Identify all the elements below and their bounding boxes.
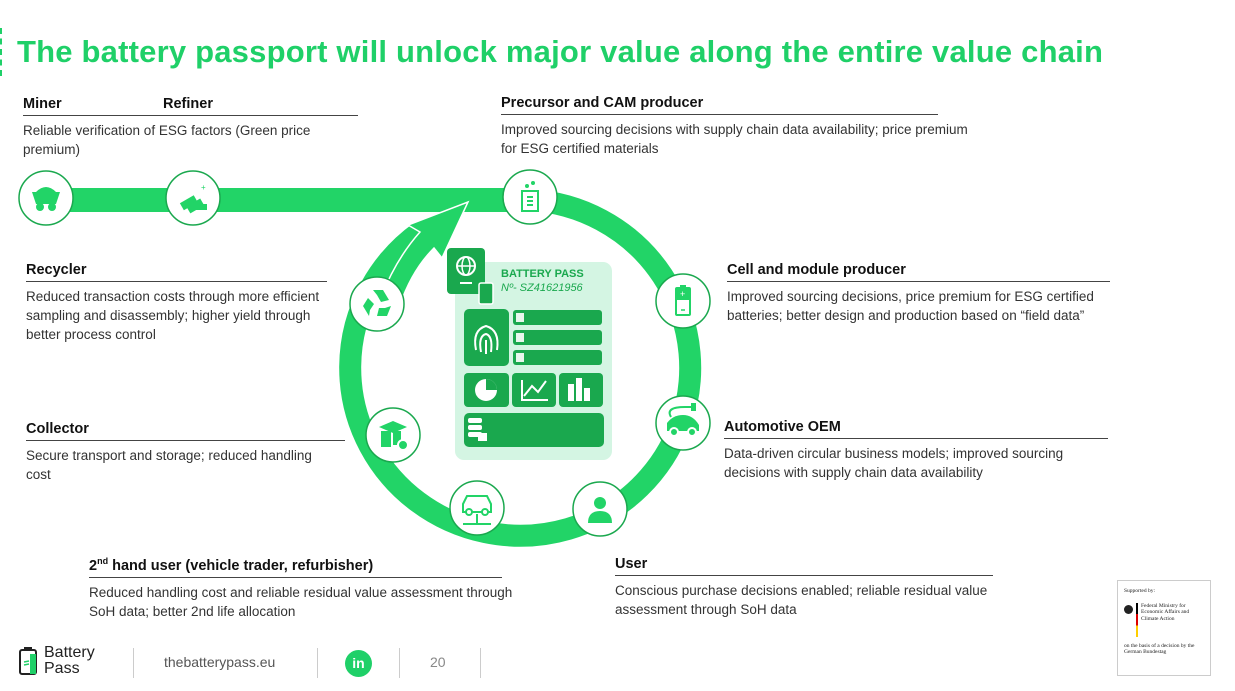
cell-label: Cell and module producer [727,262,1110,282]
secondhand-stage-node [449,480,505,536]
cell-node-circle [655,273,711,329]
footer-divider [133,648,134,678]
svg-text:+: + [680,289,685,299]
website-link[interactable]: thebatterypass.eu [164,654,275,670]
recycler-label: Recycler [26,262,327,282]
bundestag-basis: on the basis of a decision by the German… [1124,642,1195,656]
info-row-id [513,330,602,345]
miner-stage-node [18,170,74,226]
battery-pass-logo[interactable]: Battery Pass [18,645,95,677]
user-block: User Conscious purchase decisions enable… [615,556,993,619]
line-chart-tile [512,373,556,407]
oem-block: Automotive OEM Data-driven circular busi… [724,419,1108,482]
recycler-node-circle [349,276,405,332]
german-flag-bar [1136,602,1138,637]
fingerprint-tile [464,309,509,366]
refiner-description: Reliable verification of ESG factors (Gr… [23,123,311,157]
battery-passport-card: BATTERY PASS Nº- SZ41621956 [447,248,612,460]
precursor-stage-node [502,169,558,225]
secondhand-label: 2nd hand user (vehicle trader, refurbish… [89,556,502,578]
cell-description: Improved sourcing decisions, price premi… [727,289,1094,323]
secondhand-node-circle [449,480,505,536]
collector-label: Collector [26,421,345,441]
recycler-block: Recycler Reduced transaction costs throu… [26,262,327,344]
support-badge: Supported by: Federal Ministry for Econo… [1117,580,1211,676]
miner-refiner-block: Miner Refiner Reliable verification of ES… [23,96,358,159]
user-description: Conscious purchase decisions enabled; re… [615,583,988,617]
footer-divider [399,648,400,678]
federal-eagle-icon [1124,604,1133,614]
supported-by-label: Supported by: [1124,588,1156,594]
user-stage-node [572,481,628,537]
refiner-label: Refiner [163,96,213,112]
passport-number: Nº- SZ41621956 [501,282,584,294]
oem-description: Data-driven circular business models; im… [724,446,1064,480]
precursor-label: Precursor and CAM producer [501,95,938,115]
footer: Battery Pass thebatterypass.eu in 20 [0,640,520,680]
battery-logo-icon [19,647,37,675]
oem-stage-node [655,395,711,451]
passport-title: BATTERY PASS [501,268,584,280]
logo-line2: Pass [44,660,80,677]
secondhand-description: Reduced handling cost and reliable resid… [89,584,513,619]
oem-label: Automotive OEM [724,419,1108,439]
precursor-description: Improved sourcing decisions with supply … [501,122,968,156]
ministry-name: Federal Ministry for Economic Affairs an… [1141,602,1190,622]
cell-block: Cell and module producer Improved sourci… [727,262,1110,325]
collector-stage-node [365,407,421,463]
page-number: 20 [430,654,446,670]
secondhand-block: 2nd hand user (vehicle trader, refurbish… [89,556,512,621]
miner-label: Miner [23,96,62,112]
info-row-document [513,350,602,365]
info-row-globe [513,310,602,325]
footer-divider [317,648,318,678]
refiner-stage-node: + [165,170,221,226]
precursor-block: Precursor and CAM producer Improved sour… [501,95,968,158]
cell-stage-node: + [655,273,711,329]
recycler-stage-node [349,276,405,332]
logo-line1: Battery [44,644,95,661]
database-lock-tile [464,413,604,447]
collector-block: Collector Secure transport and storage; … [26,421,345,484]
passport-battery-icon [478,282,494,305]
collector-description: Secure transport and storage; reduced ha… [26,448,312,482]
user-label: User [615,556,993,576]
linkedin-icon[interactable]: in [345,650,372,677]
recycler-description: Reduced transaction costs through more e… [26,289,320,342]
svg-text:+: + [201,183,206,192]
footer-divider [480,648,481,678]
